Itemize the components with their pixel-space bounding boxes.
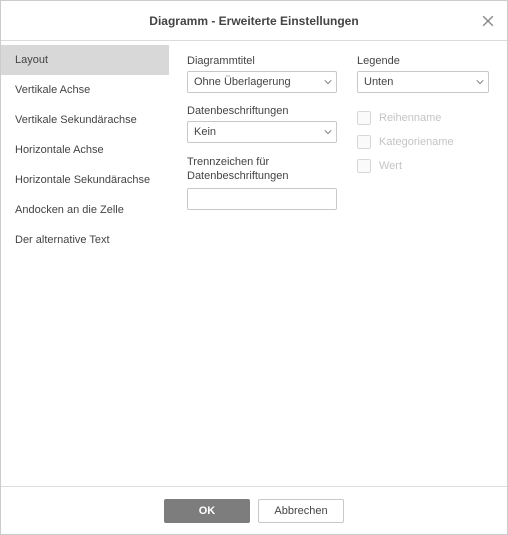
label-data-labels: Datenbeschriftungen <box>187 105 337 117</box>
field-separator: Trennzeichen für Datenbeschriftungen <box>187 155 337 210</box>
titlebar: Diagramm - Erweiterte Einstellungen <box>1 1 507 41</box>
sidebar-item-label: Vertikale Sekundärachse <box>15 114 137 126</box>
checkbox <box>357 159 371 173</box>
sidebar: Layout Vertikale Achse Vertikale Sekundä… <box>1 41 169 486</box>
data-label-options: Reihenname Kategoriename Wert <box>357 105 489 222</box>
select-value: Ohne Überlagerung <box>194 76 291 88</box>
label-legend: Legende <box>357 55 489 67</box>
check-category-name: Kategoriename <box>357 135 489 149</box>
check-label: Wert <box>379 160 402 172</box>
select-legend[interactable]: Unten <box>357 71 489 93</box>
checkbox <box>357 111 371 125</box>
select-value: Kein <box>194 126 216 138</box>
close-icon[interactable] <box>479 12 497 30</box>
sidebar-item-label: Vertikale Achse <box>15 84 90 96</box>
sidebar-item-label: Der alternative Text <box>15 234 110 246</box>
check-series-name: Reihenname <box>357 111 489 125</box>
sidebar-item-label: Horizontale Sekundärachse <box>15 174 150 186</box>
sidebar-item-horizontal-axis[interactable]: Horizontale Achse <box>1 135 169 165</box>
sidebar-item-horizontal-secondary-axis[interactable]: Horizontale Sekundärachse <box>1 165 169 195</box>
sidebar-item-alt-text[interactable]: Der alternative Text <box>1 225 169 255</box>
dialog: Diagramm - Erweiterte Einstellungen Layo… <box>1 1 507 534</box>
content-panel: Diagrammtitel Ohne Überlagerung Legende … <box>169 41 507 486</box>
select-chart-title[interactable]: Ohne Überlagerung <box>187 71 337 93</box>
sidebar-item-vertical-axis[interactable]: Vertikale Achse <box>1 75 169 105</box>
sidebar-item-label: Horizontale Achse <box>15 144 104 156</box>
ok-button[interactable]: OK <box>164 499 250 523</box>
chevron-down-icon <box>324 78 332 86</box>
check-value: Wert <box>357 159 489 173</box>
field-legend: Legende Unten <box>357 55 489 93</box>
button-label: Abbrechen <box>274 505 327 517</box>
check-label: Reihenname <box>379 112 441 124</box>
check-label: Kategoriename <box>379 136 454 148</box>
chevron-down-icon <box>324 128 332 136</box>
footer: OK Abbrechen <box>1 486 507 534</box>
dialog-title: Diagramm - Erweiterte Einstellungen <box>149 14 358 28</box>
sidebar-item-label: Layout <box>15 54 48 66</box>
select-data-labels[interactable]: Kein <box>187 121 337 143</box>
cancel-button[interactable]: Abbrechen <box>258 499 344 523</box>
label-chart-title: Diagrammtitel <box>187 55 337 67</box>
field-chart-title: Diagrammtitel Ohne Überlagerung <box>187 55 337 93</box>
sidebar-item-vertical-secondary-axis[interactable]: Vertikale Sekundärachse <box>1 105 169 135</box>
input-separator[interactable] <box>187 188 337 210</box>
field-data-labels: Datenbeschriftungen Kein <box>187 105 337 143</box>
sidebar-item-layout[interactable]: Layout <box>1 45 169 75</box>
checkbox <box>357 135 371 149</box>
sidebar-item-label: Andocken an die Zelle <box>15 204 124 216</box>
sidebar-item-cell-snapping[interactable]: Andocken an die Zelle <box>1 195 169 225</box>
chevron-down-icon <box>476 78 484 86</box>
select-value: Unten <box>364 76 393 88</box>
label-separator: Trennzeichen für Datenbeschriftungen <box>187 155 337 184</box>
button-label: OK <box>199 505 216 517</box>
